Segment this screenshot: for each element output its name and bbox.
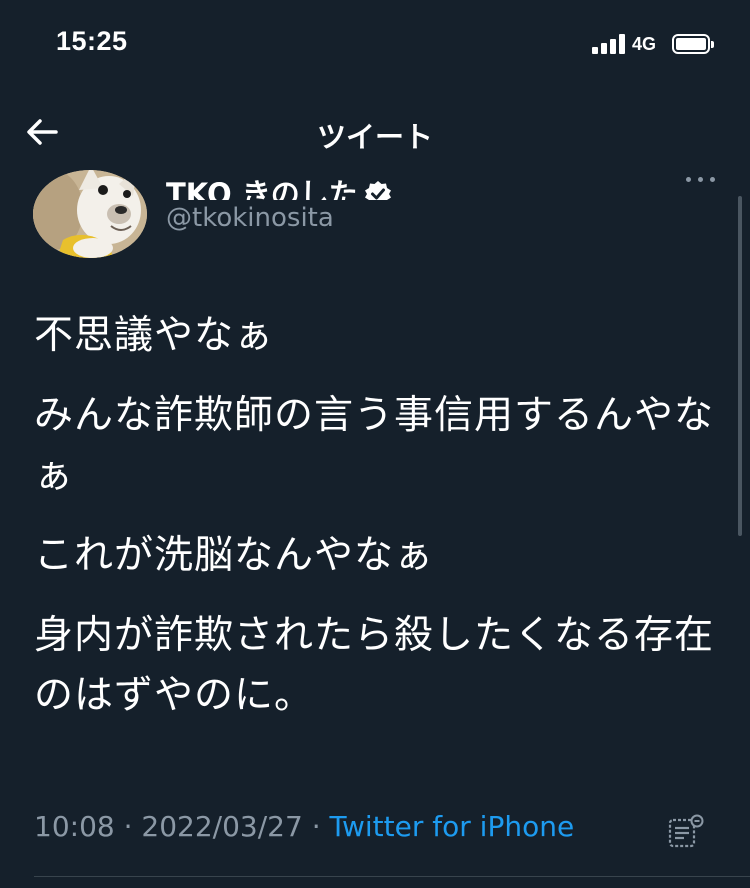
author-handle[interactable]: @tkokinosita xyxy=(166,203,334,233)
status-time: 15:25 xyxy=(56,26,128,56)
tweet-line: みんな詐欺師の言う事信用するんやなぁ xyxy=(34,393,715,498)
page-title: ツイート xyxy=(316,120,433,154)
tweet-time: 10:08 xyxy=(34,810,115,843)
more-dot-icon xyxy=(698,177,703,182)
more-dot-icon xyxy=(686,177,691,182)
tweet-detail-screen: 15:25 4G ツイート TKO きのした @tkokinosita 不思議や… xyxy=(0,0,750,888)
more-dot-icon xyxy=(710,177,715,182)
analytics-icon xyxy=(668,814,704,848)
display-name[interactable]: TKO きのした xyxy=(166,174,358,200)
tweet-source-link[interactable]: Twitter for iPhone xyxy=(330,810,575,843)
dog-avatar-image xyxy=(33,170,147,258)
tweet-date: 2022/03/27 xyxy=(141,810,303,843)
tweet-meta: 10:08 · 2022/03/27 · Twitter for iPhone xyxy=(34,810,574,843)
tweet-text: 不思議やなぁ みんな詐欺師の言う事信用するんやなぁ これが洗脳なんやなぁ 身内が… xyxy=(34,306,724,746)
meta-separator: · xyxy=(311,810,321,843)
meta-separator: · xyxy=(123,810,133,843)
cellular-signal-icon xyxy=(592,34,626,54)
tweet-analytics-button[interactable] xyxy=(666,812,706,852)
network-type: 4G xyxy=(632,34,657,54)
verified-badge-icon xyxy=(364,181,391,200)
tweet-line: 不思議やなぁ xyxy=(34,313,275,358)
tweet-line: 身内が詐欺されたら殺したくなる存在のはずやのに。 xyxy=(34,613,715,718)
avatar[interactable] xyxy=(33,170,147,258)
divider xyxy=(34,876,750,877)
display-name-row: TKO きのした xyxy=(166,160,392,200)
status-bar: 15:25 4G xyxy=(0,0,750,90)
battery-icon xyxy=(672,34,714,54)
more-options-button[interactable] xyxy=(684,170,718,190)
nav-bar: ツイート xyxy=(0,100,750,164)
scrollbar[interactable] xyxy=(738,196,742,536)
tweet-line: これが洗脳なんやなぁ xyxy=(34,533,435,578)
